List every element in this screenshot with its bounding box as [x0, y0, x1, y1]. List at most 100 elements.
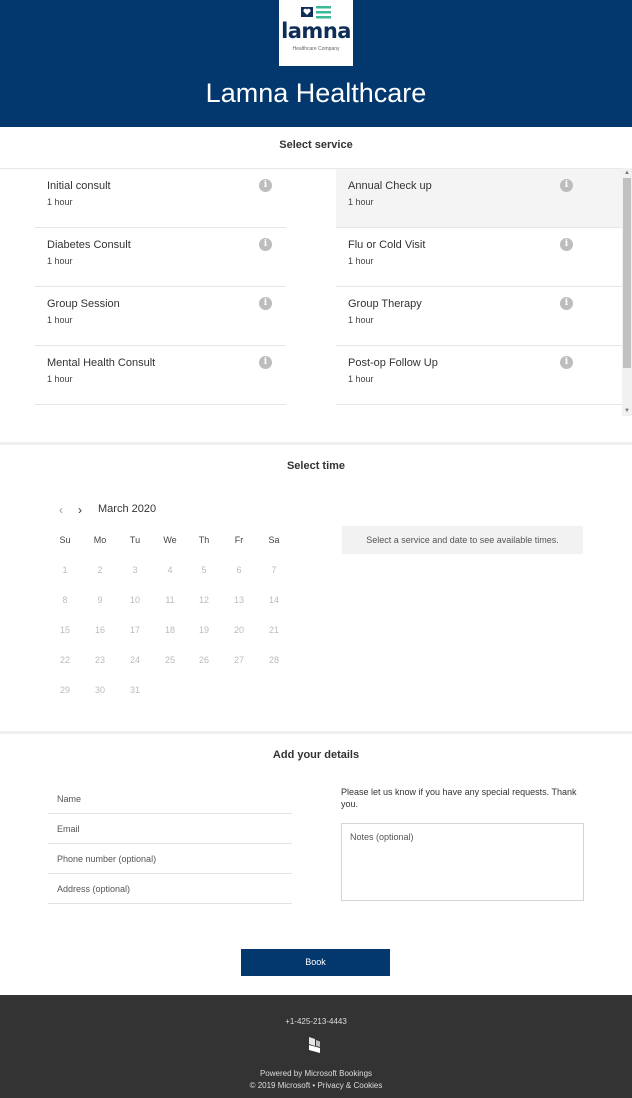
calendar-day[interactable]: 30: [85, 685, 115, 695]
calendar-day[interactable]: 19: [189, 625, 219, 635]
service-name: Initial consult: [47, 180, 111, 192]
name-field: [48, 784, 292, 814]
service-item-post-op-follow-up[interactable]: Post-op Follow Up 1 hour i: [336, 346, 622, 405]
service-item-diabetes-consult[interactable]: Diabetes Consult 1 hour i: [35, 228, 286, 287]
name-input[interactable]: [48, 784, 292, 813]
calendar-day[interactable]: 26: [189, 655, 219, 665]
service-item-annual-check-up[interactable]: Annual Check up 1 hour i: [336, 169, 622, 228]
service-duration: 1 hour: [47, 197, 73, 207]
service-item-group-session[interactable]: Group Session 1 hour i: [35, 287, 286, 346]
weekday-label: Tu: [129, 535, 141, 545]
section-divider: [0, 442, 632, 445]
calendar-day[interactable]: 17: [120, 625, 150, 635]
copyright-text: © 2019 Microsoft: [249, 1081, 311, 1090]
service-duration: 1 hour: [348, 374, 374, 384]
calendar-day[interactable]: 21: [259, 625, 289, 635]
notes-textarea[interactable]: [341, 823, 584, 901]
phone-input[interactable]: [48, 844, 292, 873]
special-requests-note: Please let us know if you have any speci…: [341, 787, 577, 809]
calendar-day[interactable]: 15: [50, 625, 80, 635]
scroll-down-icon[interactable]: ▼: [622, 406, 632, 416]
powered-by-text: Powered by Microsoft Bookings: [259, 1069, 373, 1078]
service-name: Group Session: [47, 298, 120, 310]
service-name: Diabetes Consult: [47, 239, 131, 251]
address-field: [48, 874, 292, 904]
calendar-day[interactable]: 3: [120, 565, 150, 575]
footer: +1-425-213-4443 Powered by Microsoft Boo…: [0, 995, 632, 1098]
info-icon[interactable]: i: [259, 356, 272, 369]
weekday-label: We: [163, 535, 177, 545]
service-duration: 1 hour: [348, 315, 374, 325]
service-name: Mental Health Consult: [47, 357, 156, 369]
info-icon[interactable]: i: [259, 238, 272, 251]
calendar-day[interactable]: 16: [85, 625, 115, 635]
service-name: Flu or Cold Visit: [348, 239, 426, 251]
service-name: Group Therapy: [348, 298, 422, 310]
lamna-logo: lamna Healthcare Company: [279, 0, 353, 66]
service-item-group-therapy[interactable]: Group Therapy 1 hour i: [336, 287, 622, 346]
logo-tagline: Healthcare Company: [292, 46, 340, 52]
next-month-icon[interactable]: ›: [78, 503, 82, 517]
add-details-heading: Add your details: [272, 749, 360, 761]
calendar-day[interactable]: 10: [120, 595, 150, 605]
calendar-day[interactable]: 18: [155, 625, 185, 635]
weekday-label: Su: [59, 535, 71, 545]
calendar-day[interactable]: 24: [120, 655, 150, 665]
service-duration: 1 hour: [47, 374, 73, 384]
service-item-mental-health-consult[interactable]: Mental Health Consult 1 hour i: [35, 346, 286, 405]
calendar-day[interactable]: 27: [224, 655, 254, 665]
address-input[interactable]: [48, 874, 292, 903]
service-list-scrollbar[interactable]: ▲ ▼: [622, 168, 632, 416]
info-icon[interactable]: i: [259, 297, 272, 310]
info-icon[interactable]: i: [259, 179, 272, 192]
footer-separator: •: [312, 1081, 316, 1090]
book-button[interactable]: Book: [241, 949, 390, 976]
calendar-day[interactable]: 9: [85, 595, 115, 605]
info-icon[interactable]: i: [560, 356, 573, 369]
privacy-link[interactable]: Privacy & Cookies: [317, 1081, 382, 1090]
service-duration: 1 hour: [348, 256, 374, 266]
info-icon[interactable]: i: [560, 179, 573, 192]
email-field: [48, 814, 292, 844]
select-time-heading: Select time: [286, 460, 346, 472]
calendar-day[interactable]: 23: [85, 655, 115, 665]
weekday-label: Sa: [268, 535, 280, 545]
service-item-initial-consult[interactable]: Initial consult 1 hour i: [35, 169, 286, 228]
microsoft-bookings-icon: [309, 1037, 320, 1053]
calendar-day[interactable]: 29: [50, 685, 80, 695]
service-duration: 1 hour: [47, 256, 73, 266]
calendar-day[interactable]: 31: [120, 685, 150, 695]
service-item-flu-or-cold-visit[interactable]: Flu or Cold Visit 1 hour i: [336, 228, 622, 287]
calendar-day[interactable]: 6: [224, 565, 254, 575]
calendar-day[interactable]: 7: [259, 565, 289, 575]
calendar-day[interactable]: 14: [259, 595, 289, 605]
email-input[interactable]: [48, 814, 292, 843]
section-divider: [0, 731, 632, 734]
info-icon[interactable]: i: [560, 238, 573, 251]
weekday-label: Fr: [234, 535, 244, 545]
calendar-day[interactable]: 28: [259, 655, 289, 665]
service-duration: 1 hour: [47, 315, 73, 325]
previous-month-icon[interactable]: ‹: [59, 503, 63, 517]
footer-phone[interactable]: +1-425-213-4443: [0, 1017, 632, 1026]
calendar-day[interactable]: 2: [85, 565, 115, 575]
calendar-day[interactable]: 13: [224, 595, 254, 605]
calendar-day[interactable]: 20: [224, 625, 254, 635]
available-times-message: Select a service and date to see availab…: [342, 526, 583, 554]
calendar-day[interactable]: 4: [155, 565, 185, 575]
calendar-day[interactable]: 11: [155, 595, 185, 605]
service-duration: 1 hour: [348, 197, 374, 207]
calendar-day[interactable]: 12: [189, 595, 219, 605]
calendar-day[interactable]: 1: [50, 565, 80, 575]
phone-field: [48, 844, 292, 874]
calendar-day[interactable]: 8: [50, 595, 80, 605]
page-title: Lamna Healthcare: [205, 78, 427, 108]
calendar-day[interactable]: 25: [155, 655, 185, 665]
calendar-day[interactable]: 5: [189, 565, 219, 575]
info-icon[interactable]: i: [560, 297, 573, 310]
service-name: Annual Check up: [348, 180, 432, 192]
calendar-day[interactable]: 22: [50, 655, 80, 665]
scrollbar-thumb[interactable]: [623, 178, 631, 368]
logo-wordmark: lamna: [281, 19, 351, 43]
scroll-up-icon[interactable]: ▲: [622, 168, 632, 178]
